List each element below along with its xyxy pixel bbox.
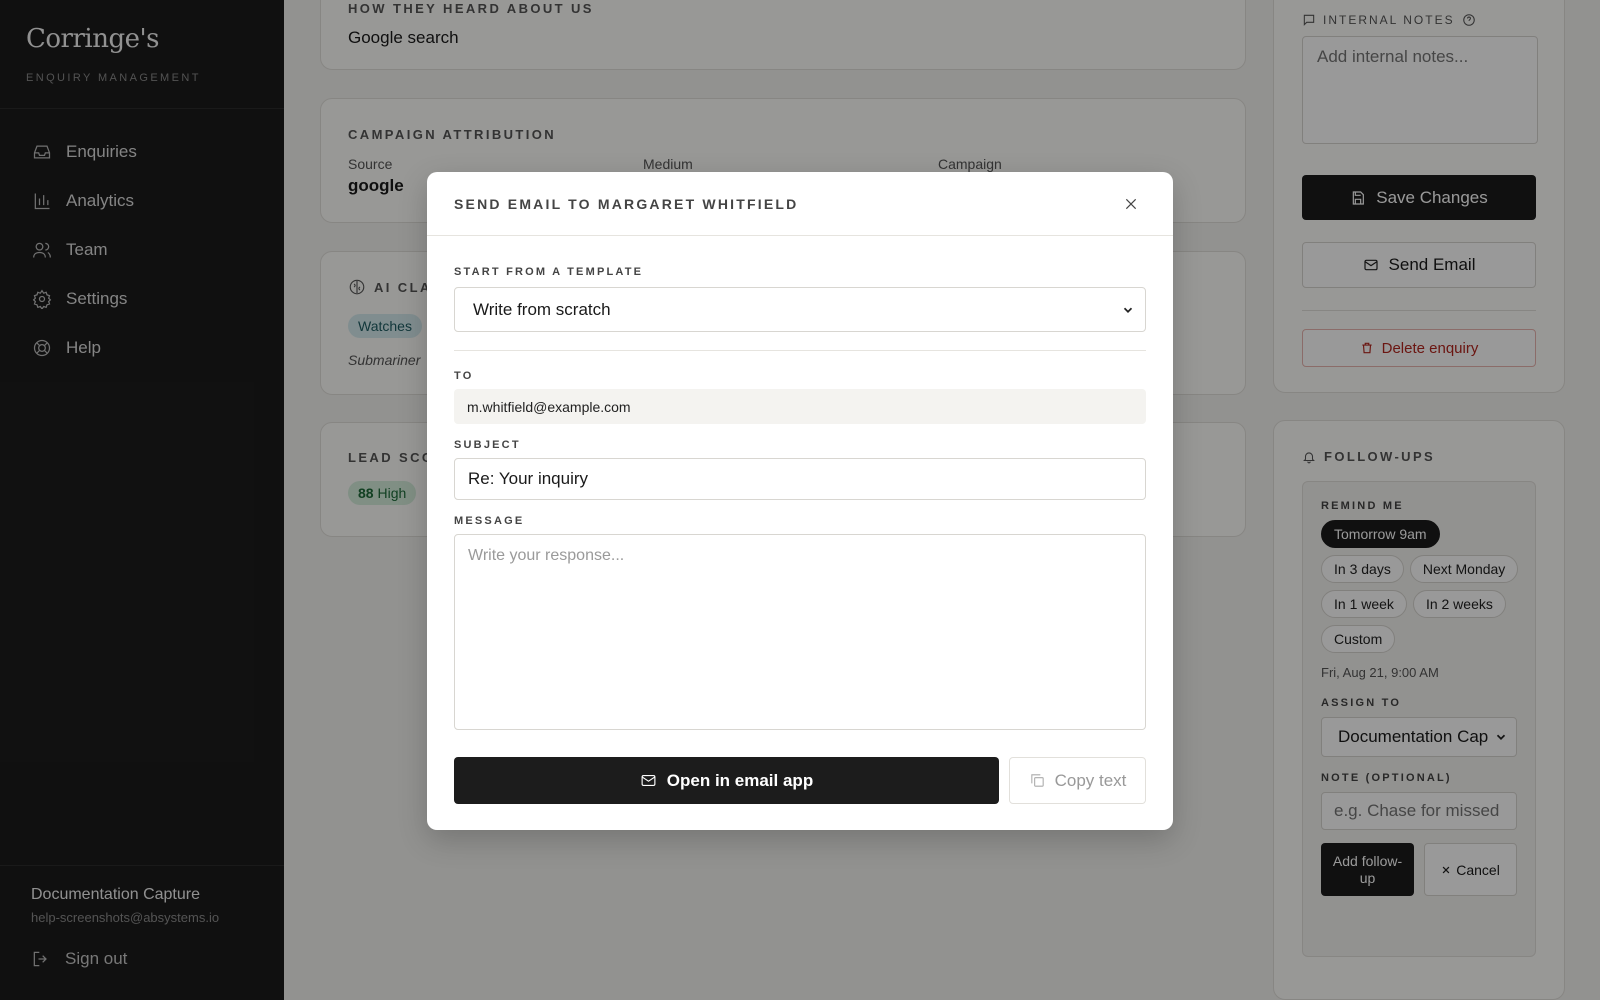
- modal-title: SEND EMAIL TO MARGARET WHITFIELD: [454, 195, 799, 212]
- send-email-modal: SEND EMAIL TO MARGARET WHITFIELD START F…: [427, 172, 1173, 830]
- copy-text-button[interactable]: Copy text: [1009, 757, 1146, 804]
- modal-divider: [454, 350, 1146, 351]
- mail-icon: [641, 774, 656, 787]
- to-label: TO: [454, 370, 474, 382]
- message-label: MESSAGE: [454, 515, 525, 527]
- message-textarea[interactable]: [454, 534, 1146, 730]
- subject-label: SUBJECT: [454, 439, 521, 451]
- close-icon: [1125, 198, 1137, 209]
- open-in-email-app-button[interactable]: Open in email app: [454, 757, 999, 804]
- copy-icon: [1030, 774, 1044, 787]
- copy-text-label: Copy text: [1054, 770, 1127, 790]
- template-select[interactable]: Write from scratch: [454, 287, 1146, 332]
- to-field: m.whitfield@example.com: [454, 389, 1146, 424]
- template-value: Write from scratch: [473, 299, 611, 319]
- modal-close-button[interactable]: [1119, 192, 1143, 216]
- template-label: START FROM A TEMPLATE: [454, 266, 644, 278]
- subject-input[interactable]: [454, 458, 1146, 500]
- chevron-down-icon: [1123, 307, 1133, 313]
- open-in-email-app-label: Open in email app: [666, 770, 814, 790]
